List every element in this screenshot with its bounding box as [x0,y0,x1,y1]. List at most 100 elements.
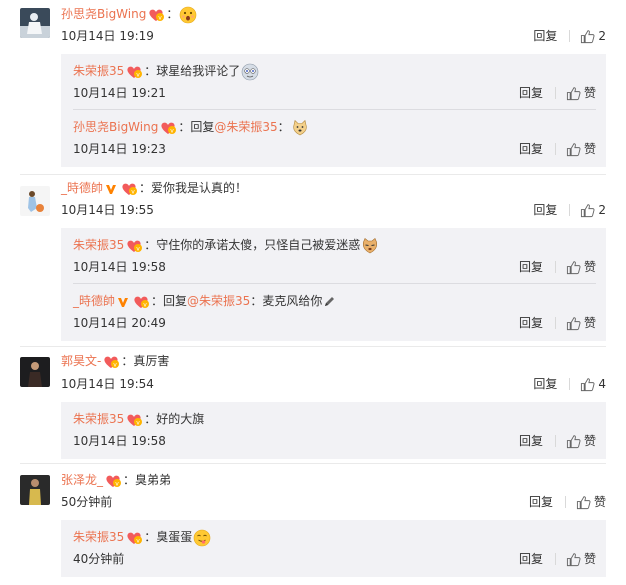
thumbs-up-icon [581,29,595,43]
reply-line: 朱荣振35 v ：守住你的承诺太傻，只怪自己被爱迷惑 [73,236,379,254]
reply-time: 10月14日 19:21 [73,86,166,100]
reply-button[interactable]: 回复 [533,375,557,393]
avatar[interactable] [20,475,50,505]
username[interactable]: 郭昊文- [61,354,101,368]
like-button[interactable]: 赞 [576,493,606,511]
comment-actions: 回复 2 [533,27,606,45]
reply-button[interactable]: 回复 [519,258,543,276]
fan-badge-icon: v [132,295,150,309]
reply-line: 朱荣振35 v ：臭蛋蛋 [73,528,211,546]
like-label: 赞 [593,495,606,509]
reply-button[interactable]: 回复 [519,432,543,450]
reply-actions: 回复 赞 [519,84,596,102]
colon: ： [277,120,290,134]
reply-time: 10月14日 19:58 [73,260,166,274]
divider [554,317,556,329]
comment-actions: 回复 2 [533,201,606,219]
username[interactable]: _時德帥 [61,181,103,195]
comment-actions: 回复 赞 [529,493,606,511]
svg-text:v: v [114,361,118,368]
reply-actions: 回复 赞 [519,314,596,332]
colon: ： [144,530,157,544]
fan-badge-icon: v [104,474,122,488]
username[interactable]: 朱荣振35 [73,64,124,78]
comment-time: 10月14日 19:55 [61,203,154,217]
thumbs-up-icon [581,203,595,217]
comment-divider [20,174,606,175]
svg-text:v: v [159,14,163,21]
divider [569,204,571,216]
like-label: 赞 [583,552,596,566]
divider [554,87,556,99]
svg-text:v: v [131,188,135,195]
like-button[interactable]: 赞 [566,84,596,102]
vip-v-icon [117,296,129,308]
colon: ： [166,7,179,21]
avatar[interactable] [20,186,50,216]
comment-actions: 回复 4 [533,375,606,393]
avatar[interactable] [20,357,50,387]
like-button[interactable]: 赞 [566,550,596,568]
thumbs-up-icon [566,434,581,448]
username[interactable]: 孙思尧BigWing [61,7,146,21]
divider [554,143,556,155]
reply-time: 40分钟前 [73,552,125,566]
reply-button[interactable]: 回复 [519,84,543,102]
fan-badge-icon: v [102,355,120,369]
like-button[interactable]: 赞 [566,140,596,158]
comment-divider [20,346,606,347]
username[interactable]: 朱荣振35 [73,238,124,252]
colon: ： [123,473,136,487]
reply-button[interactable]: 回复 [519,314,543,332]
reply-time: 10月14日 20:49 [73,316,166,330]
reply-text: 球星给我评论了 [156,64,241,78]
like-button[interactable]: 2 [580,201,606,219]
reply-list: 朱荣振35 v ：守住你的承诺太傻，只怪自己被爱迷惑 10月14日 19:58 回复… [61,228,606,341]
reply-button[interactable]: 回复 [519,140,543,158]
svg-text:v: v [137,419,141,426]
thumbs-up-icon [581,377,595,391]
comment-time: 10月14日 19:19 [61,29,154,43]
username[interactable]: 张泽龙_ [61,473,103,487]
comment-text: 真厉害 [133,354,170,368]
divider [564,496,566,508]
surprised-face-icon [179,6,197,24]
svg-text:v: v [137,537,141,544]
reply-list: 朱荣振35 v ：臭蛋蛋 40分钟前 回复 赞 [61,520,606,577]
reply-prefix: 回复 [163,294,188,308]
divider [554,435,556,447]
username[interactable]: 孙思尧BigWing [73,120,158,134]
reply-divider [73,109,596,110]
thumbs-up-icon [576,495,591,509]
like-button[interactable]: 赞 [566,314,596,332]
svg-text:v: v [115,480,119,487]
reply-button[interactable]: 回复 [519,550,543,568]
reply-button[interactable]: 回复 [533,201,557,219]
reply-prefix: 回复 [190,120,215,134]
username[interactable]: 朱荣振35 [73,412,124,426]
star-eyes-face-icon [241,63,259,81]
reply-button[interactable]: 回复 [533,27,557,45]
comment-text: 臭弟弟 [135,473,172,487]
reply-button[interactable]: 回复 [529,493,553,511]
username[interactable]: _時德帥 [73,294,115,308]
reply-actions: 回复 赞 [519,432,596,450]
svg-text:v: v [137,71,141,78]
fan-badge-icon: v [147,8,165,22]
fan-badge-icon: v [125,65,143,79]
colon: ： [121,354,134,368]
reply-list: 朱荣振35 v ：球星给我评论了 10月14日 19:21 回复 赞 孙思尧BigW… [61,54,606,167]
like-button[interactable]: 2 [580,27,606,45]
like-label: 赞 [583,260,596,274]
comment-divider [20,463,606,464]
like-button[interactable]: 赞 [566,432,596,450]
colon: ： [144,64,157,78]
like-button[interactable]: 4 [580,375,606,393]
divider [554,261,556,273]
tongue-face-icon [193,529,211,547]
avatar[interactable] [20,8,50,38]
username[interactable]: 朱荣振35 [73,530,124,544]
mention-link[interactable]: @朱荣振35 [214,120,277,134]
like-button[interactable]: 赞 [566,258,596,276]
mention-link[interactable]: @朱荣振35 [187,294,250,308]
